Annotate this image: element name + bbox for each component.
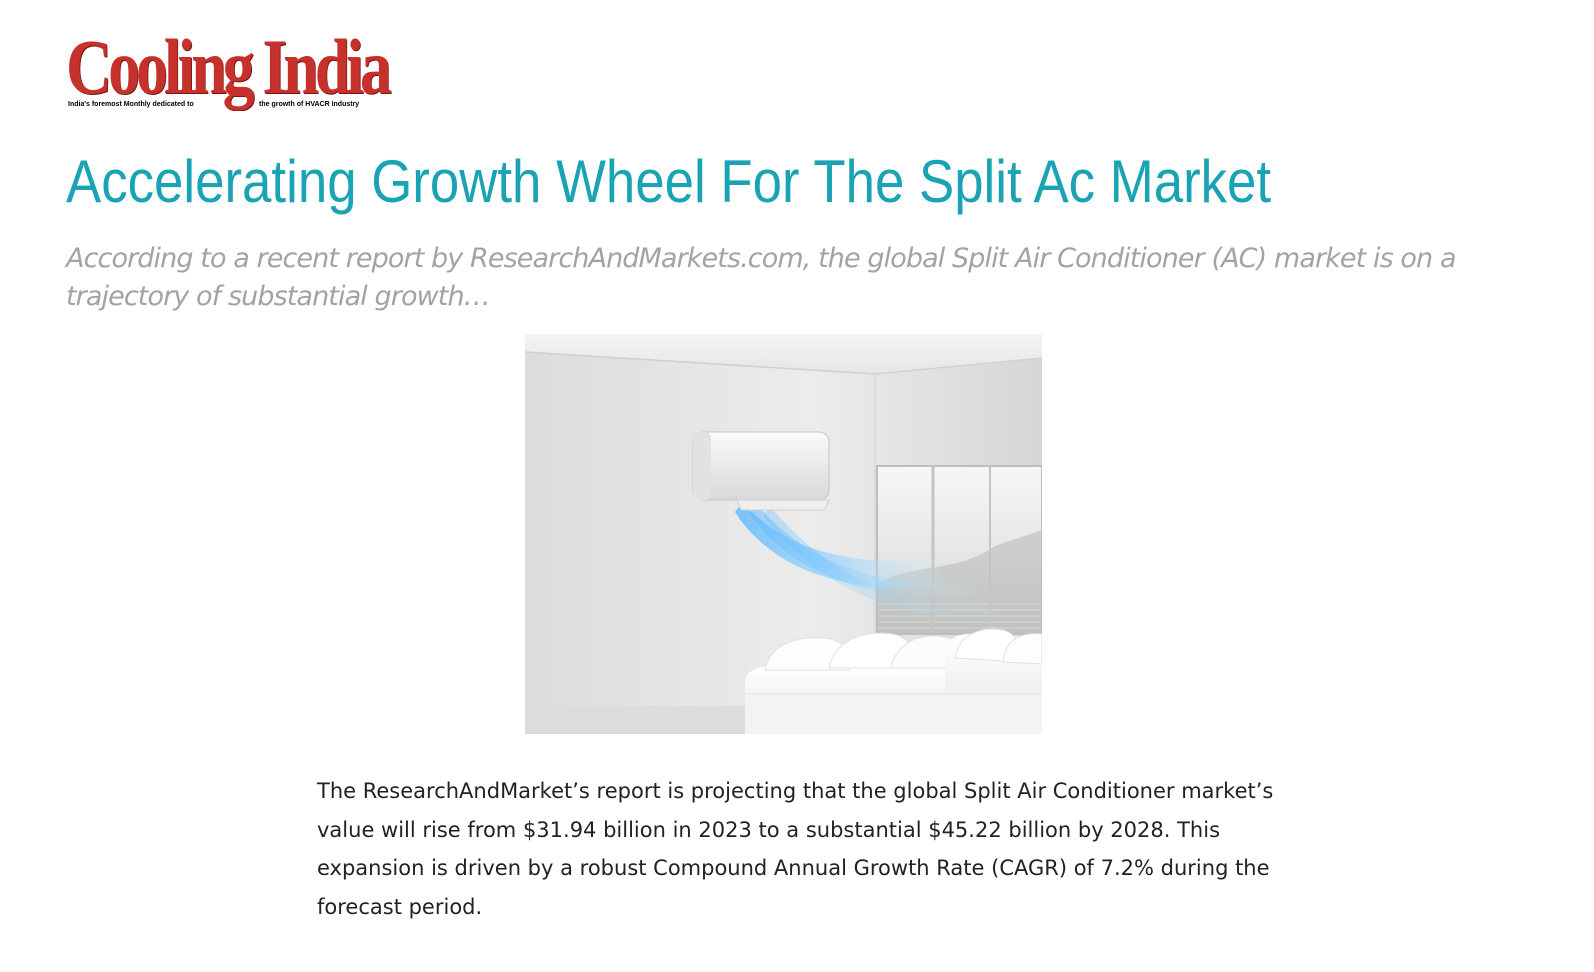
logo-wordmark: Cooling India <box>66 23 392 110</box>
article-subtitle: According to a recent report by Research… <box>66 243 1456 312</box>
logo-tagline-right: the growth of HVACR Industry <box>259 101 360 108</box>
article-hero-image <box>525 334 1042 734</box>
logo-tagline-left: India's foremost Monthly dedicated to <box>68 101 194 108</box>
article-body-paragraph: The ResearchAndMarket’s report is projec… <box>317 779 1274 919</box>
article-title: Accelerating Growth Wheel For The Split … <box>66 148 1272 215</box>
site-logo[interactable]: Cooling India India's foremost Monthly d… <box>66 28 396 118</box>
